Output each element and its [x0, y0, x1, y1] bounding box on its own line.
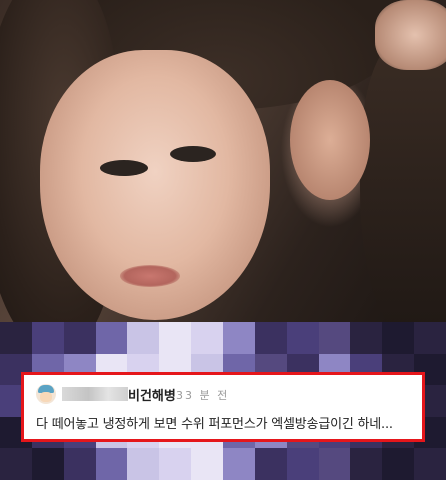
- pixel-block: [254, 448, 287, 480]
- comment-card: 비건해병 33 분 전 다 떼어놓고 냉정하게 보면 수위 퍼포먼스가 엑셀방송…: [21, 372, 425, 442]
- pixel-block: [254, 322, 287, 354]
- pixel-block: [350, 322, 383, 354]
- comment-text: 다 떼어놓고 냉정하게 보면 수위 퍼포먼스가 엑셀방송급이긴 하네...: [36, 417, 393, 432]
- blurred-username: [62, 387, 128, 401]
- pixel-block: [63, 448, 96, 480]
- pixel-block: [127, 322, 160, 354]
- pixel-block: [223, 448, 255, 480]
- pixel-block: [31, 322, 64, 354]
- pixel-block: [0, 322, 32, 354]
- pixel-block: [414, 448, 446, 480]
- pixel-block: [382, 448, 415, 480]
- pixel-block: [382, 322, 415, 354]
- pixel-block: [318, 448, 351, 480]
- pixel-block: [318, 322, 351, 354]
- pixel-block: [0, 448, 32, 480]
- pixel-block: [191, 322, 223, 354]
- portrait-photo: [0, 0, 446, 322]
- pixel-block: [63, 322, 96, 354]
- pixel-block: [31, 448, 64, 480]
- comment-timestamp: 33 분 전: [176, 389, 230, 402]
- pixel-block: [350, 448, 383, 480]
- pixel-block: [191, 448, 223, 480]
- pixel-block: [127, 448, 160, 480]
- comment-username[interactable]: 비건해병: [128, 385, 176, 404]
- user-avatar[interactable]: [36, 384, 56, 404]
- pixel-block: [286, 448, 319, 480]
- pixel-block: [414, 322, 446, 354]
- pixel-block: [159, 448, 192, 480]
- pixel-block: [159, 322, 192, 354]
- pixel-block: [286, 322, 319, 354]
- pixel-block: [95, 322, 128, 354]
- pixel-block: [223, 322, 255, 354]
- pixel-block: [95, 448, 128, 480]
